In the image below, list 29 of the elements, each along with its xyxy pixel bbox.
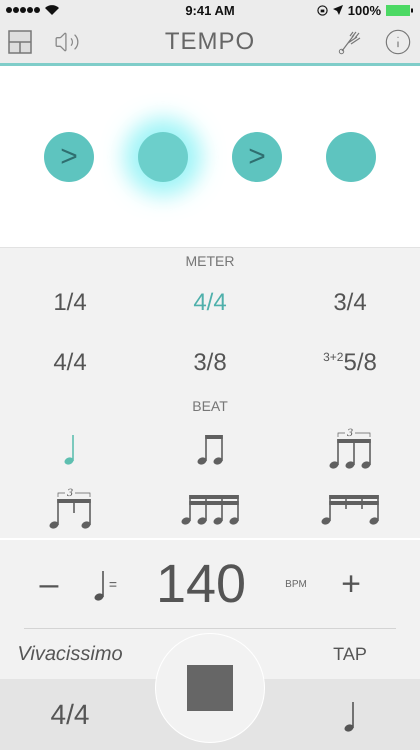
battery-percent: 100%: [348, 2, 381, 18]
tempo-unit: BPM: [284, 578, 308, 590]
info-icon[interactable]: [384, 28, 412, 56]
meter-option[interactable]: 3/4: [333, 289, 367, 317]
increase-button[interactable]: +: [326, 564, 376, 604]
signal-icon: [6, 7, 40, 13]
equals-sign: =: [108, 576, 118, 592]
section-label: BEAT: [191, 396, 229, 416]
beat-indicator[interactable]: [326, 132, 376, 182]
beat-option[interactable]: 3: [48, 487, 92, 529]
screen-title: TEMPO: [164, 28, 256, 56]
tempo-name: Vivacissimo: [16, 642, 124, 666]
stop-icon: [187, 665, 233, 711]
beat-option[interactable]: 3: [328, 427, 372, 469]
meter-option[interactable]: $^{3+2}$5/8: [323, 349, 377, 377]
wifi-icon: [45, 5, 59, 15]
battery-icon: [386, 4, 414, 16]
rotation-lock-icon: [316, 4, 328, 16]
clock-time: 9:41 AM: [185, 2, 235, 18]
meter-option[interactable]: 1/4: [53, 289, 87, 317]
section-label: METER: [184, 252, 236, 270]
meter-option[interactable]: 4/4: [53, 349, 87, 377]
decrease-button[interactable]: –: [24, 564, 74, 604]
layout-icon[interactable]: [8, 30, 32, 54]
tap-button[interactable]: TAP: [327, 642, 373, 666]
location-arrow-icon: [332, 5, 343, 15]
meter-option[interactable]: 3/8: [193, 349, 227, 377]
meter-button[interactable]: 4/4: [44, 698, 96, 732]
tempo-value: 140: [154, 553, 248, 615]
